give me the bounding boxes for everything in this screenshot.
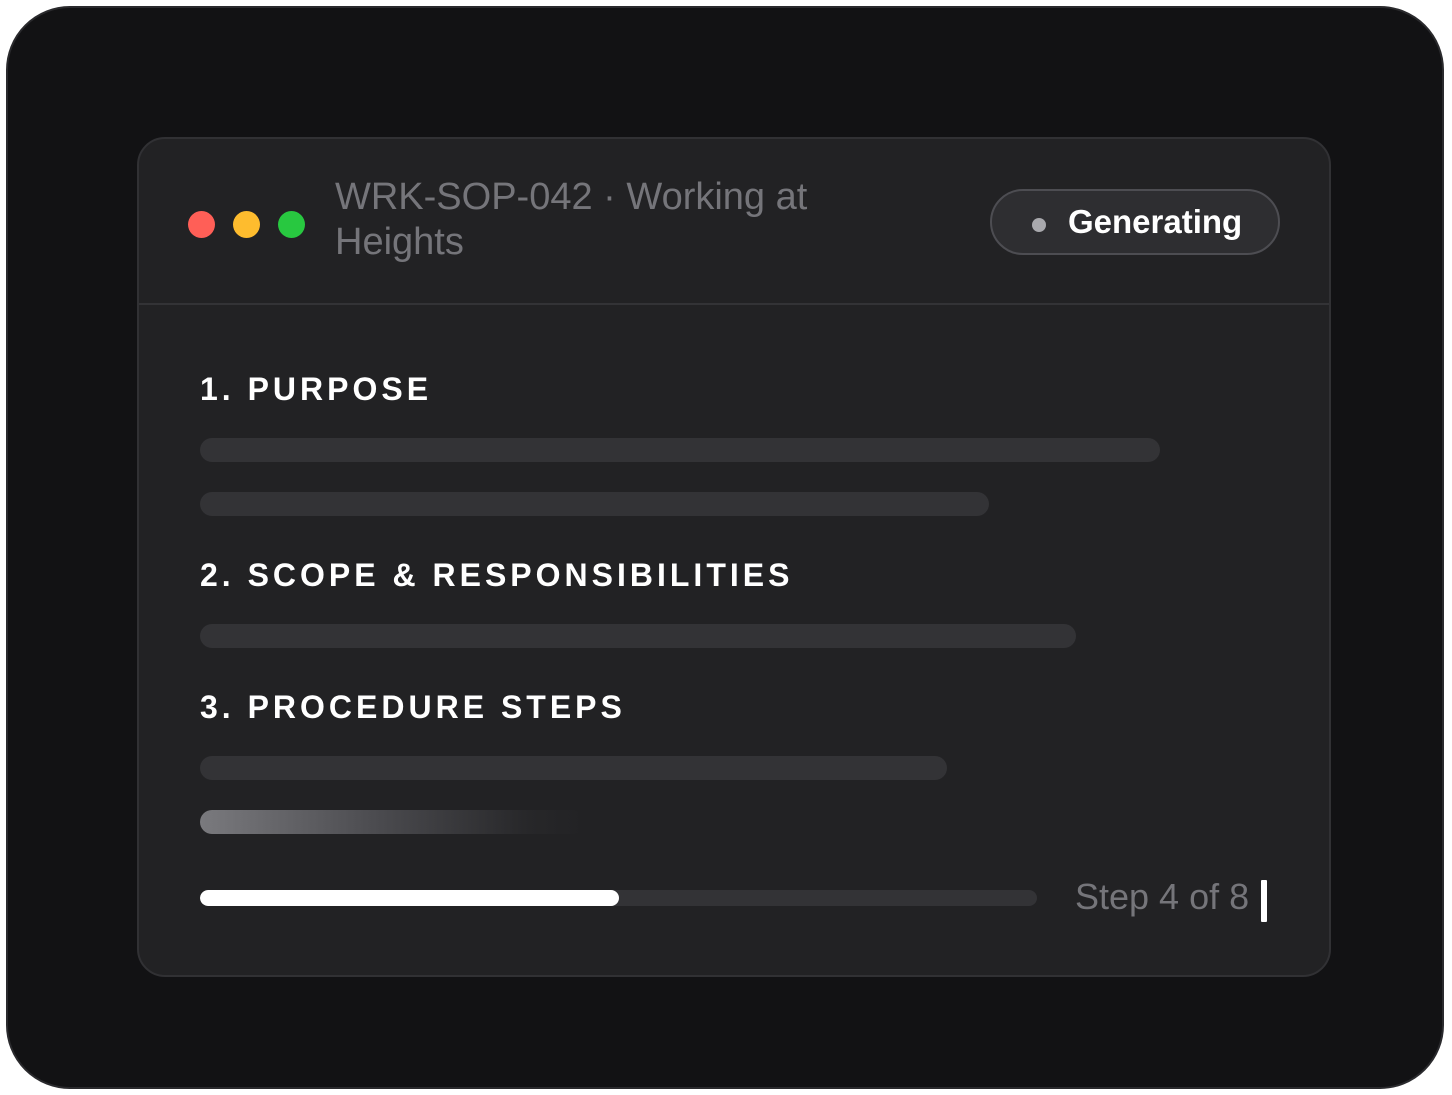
status-dot-icon <box>1032 218 1046 232</box>
step-counter: Step 4 of 8 <box>1075 876 1250 917</box>
section-heading-scope: 2. SCOPE & RESPONSIBILITIES <box>200 557 794 593</box>
progress-bar <box>200 890 1037 906</box>
app-frame: WRK-SOP-042 · Working at Heights Generat… <box>6 6 1444 1089</box>
placeholder-line <box>200 438 1160 462</box>
text-cursor <box>1261 880 1267 922</box>
progress-fill <box>200 890 619 906</box>
streaming-placeholder-line <box>200 810 585 834</box>
maximize-window-button[interactable] <box>278 211 305 238</box>
document-title: WRK-SOP-042 · Working at Heights <box>335 176 808 263</box>
status-badge: Generating <box>990 189 1280 255</box>
status-label: Generating <box>1068 203 1243 240</box>
placeholder-line <box>200 756 947 780</box>
placeholder-line <box>200 492 989 516</box>
close-window-button[interactable] <box>188 211 215 238</box>
document-window: WRK-SOP-042 · Working at Heights Generat… <box>137 137 1331 977</box>
title-bar: WRK-SOP-042 · Working at Heights Generat… <box>139 139 1329 305</box>
minimize-window-button[interactable] <box>233 211 260 238</box>
section-heading-procedure: 3. PROCEDURE STEPS <box>200 689 626 725</box>
placeholder-line <box>200 624 1076 648</box>
section-heading-purpose: 1. PURPOSE <box>200 371 433 407</box>
